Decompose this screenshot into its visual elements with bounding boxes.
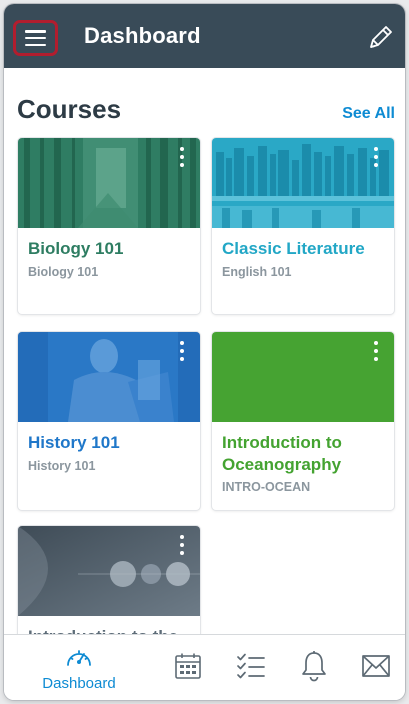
edit-dashboard-button[interactable] — [367, 23, 395, 51]
course-card-biology[interactable]: Biology 101 Biology 101 — [18, 138, 200, 314]
tab-inbox[interactable] — [356, 635, 396, 700]
course-options-button[interactable] — [371, 147, 381, 167]
pencil-icon — [370, 26, 392, 48]
course-code: INTRO-OCEAN — [222, 480, 311, 494]
course-image-bookshelf — [212, 138, 394, 228]
course-code: English 101 — [222, 265, 292, 279]
inbox-envelope-icon — [362, 655, 390, 677]
tab-todo[interactable] — [230, 635, 270, 700]
bottom-tab-bar: Dashboard — [4, 634, 405, 700]
todo-checklist-icon — [237, 653, 265, 679]
course-code: Biology 101 — [28, 265, 99, 279]
course-card-history[interactable]: History 101 History 101 — [18, 332, 200, 510]
course-name: History 101 — [28, 433, 120, 452]
page-title: Dashboard — [84, 23, 201, 48]
courses-heading: Courses — [17, 94, 122, 124]
hamburger-menu-icon — [25, 30, 46, 46]
menu-button[interactable] — [13, 20, 58, 56]
course-name: Biology 101 — [28, 239, 124, 258]
course-card-classic-literature[interactable]: Classic Literature English 101 — [212, 138, 394, 314]
course-options-button[interactable] — [177, 341, 187, 361]
app-screen: Dashboard Courses See All Biology 101 Bi… — [4, 4, 405, 700]
course-options-button[interactable] — [177, 535, 187, 555]
course-card-oceanography[interactable]: Introduction to Oceanography INTRO-OCEAN — [212, 332, 394, 510]
tab-notifications[interactable] — [294, 635, 334, 700]
course-name: Classic Literature — [222, 239, 365, 258]
notification-bell-icon — [302, 651, 326, 682]
course-options-button[interactable] — [371, 341, 381, 361]
see-all-link[interactable]: See All — [342, 105, 395, 123]
top-app-bar: Dashboard — [4, 4, 405, 68]
course-name: Introduction to Oceanography — [222, 433, 342, 474]
course-options-button[interactable] — [177, 147, 187, 167]
tab-label: Dashboard — [42, 675, 116, 692]
tab-calendar[interactable] — [168, 635, 208, 700]
course-color-banner — [212, 332, 394, 422]
course-image-planets — [18, 526, 200, 616]
dashboard-gauge-icon — [67, 650, 91, 666]
course-code: History 101 — [28, 459, 96, 473]
course-image-forest — [18, 138, 200, 228]
course-image-monument — [18, 332, 200, 422]
calendar-icon — [175, 653, 201, 679]
tab-dashboard[interactable]: Dashboard — [24, 635, 134, 700]
